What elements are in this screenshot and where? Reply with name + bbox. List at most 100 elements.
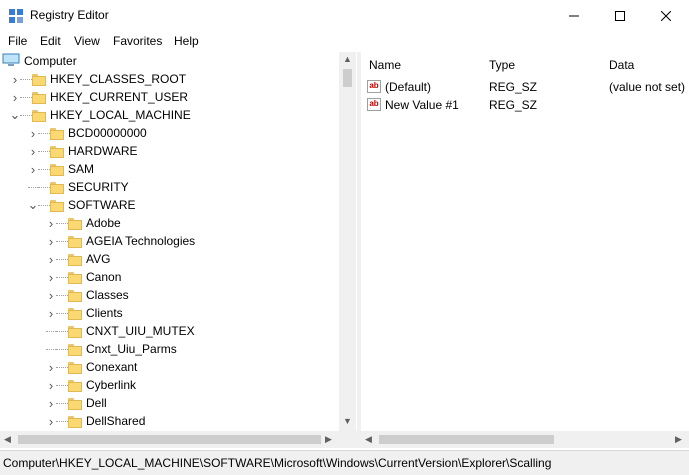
tree-node[interactable]: ⌄ SOFTWARE xyxy=(28,196,136,214)
close-button[interactable] xyxy=(643,0,689,31)
scroll-right-arrow-icon[interactable]: ▶ xyxy=(675,434,682,445)
tree-node-label: BCD00000000 xyxy=(68,126,147,140)
value-row[interactable]: ab New Value #1 REG_SZ xyxy=(367,97,687,115)
tree-hscroll-thumb[interactable] xyxy=(18,435,321,444)
tree-node[interactable]: › AGEIA Technologies xyxy=(46,232,195,250)
tree-node-label: Computer xyxy=(24,54,77,68)
chevron-right-icon[interactable]: › xyxy=(46,306,56,321)
scroll-right-arrow-icon[interactable]: ▶ xyxy=(325,434,332,445)
tree-vertical-scrollbar[interactable]: ▲ ▼ xyxy=(339,52,356,431)
tree-connector xyxy=(56,240,68,242)
folder-icon xyxy=(50,127,64,140)
string-value-icon: ab xyxy=(367,80,381,93)
tree-node[interactable]: › Canon xyxy=(46,268,122,286)
list-horizontal-scrollbar[interactable]: ◀ ▶ xyxy=(361,431,689,448)
folder-icon xyxy=(68,397,82,410)
menu-favorites[interactable]: Favorites xyxy=(113,34,162,48)
close-icon xyxy=(661,10,671,21)
tree-node-label: HKEY_CLASSES_ROOT xyxy=(50,72,187,86)
values-list[interactable]: Name Type Data ab (Default) REG_SZ (valu… xyxy=(361,52,689,431)
scroll-up-arrow-icon[interactable]: ▲ xyxy=(343,54,352,64)
tree-connector xyxy=(20,78,32,80)
key-tree[interactable]: Computer › HKEY_CLASSES_ROOT › HKEY_CURRENT_… xyxy=(0,52,357,431)
minimize-button[interactable] xyxy=(551,0,597,31)
chevron-right-icon[interactable]: › xyxy=(28,162,38,177)
menu-file[interactable]: File xyxy=(8,34,27,48)
tree-node[interactable]: › Adobe xyxy=(46,214,121,232)
chevron-down-icon[interactable]: ⌄ xyxy=(28,197,39,212)
tree-node[interactable]: › Classes xyxy=(46,286,129,304)
menu-edit[interactable]: Edit xyxy=(40,34,61,48)
menu-view[interactable]: View xyxy=(74,34,100,48)
chevron-right-icon[interactable]: › xyxy=(46,378,56,393)
tree-node[interactable]: › HKEY_CLASSES_ROOT xyxy=(10,70,186,88)
tree-node[interactable]: › Dell xyxy=(46,394,107,412)
chevron-right-icon[interactable]: › xyxy=(46,396,56,411)
chevron-right-icon[interactable]: › xyxy=(46,288,56,303)
tree-node-label: Canon xyxy=(86,270,122,284)
tree-connector xyxy=(56,276,68,278)
scroll-down-arrow-icon[interactable]: ▼ xyxy=(343,416,352,426)
tree-node-label: SECURITY xyxy=(68,180,129,194)
tree-node[interactable]: › Clients xyxy=(46,304,123,322)
column-header-data[interactable]: Data xyxy=(609,58,634,72)
maximize-button[interactable] xyxy=(597,0,643,31)
registry-editor-icon xyxy=(8,8,24,24)
chevron-right-icon[interactable]: › xyxy=(28,144,38,159)
tree-node[interactable]: › BCD00000000 xyxy=(28,124,147,142)
folder-icon xyxy=(32,91,46,104)
chevron-right-icon[interactable]: › xyxy=(10,90,20,105)
tree-node[interactable]: › SAM xyxy=(28,160,94,178)
tree-vscroll-thumb[interactable] xyxy=(343,69,352,87)
value-type: REG_SZ xyxy=(489,98,538,112)
tree-node[interactable]: › HKEY_CURRENT_USER xyxy=(10,88,188,106)
chevron-down-icon[interactable]: ⌄ xyxy=(10,107,21,122)
tree-connector xyxy=(56,384,68,386)
chevron-right-icon[interactable]: › xyxy=(10,72,20,87)
tree-node-label: CNXT_UIU_MUTEX xyxy=(86,324,195,338)
chevron-right-icon[interactable]: › xyxy=(46,414,56,429)
current-key-path: Computer\HKEY_LOCAL_MACHINE\SOFTWARE\Mic… xyxy=(3,456,552,470)
chevron-right-icon[interactable]: › xyxy=(46,360,56,375)
chevron-right-icon[interactable]: › xyxy=(28,126,38,141)
chevron-right-icon[interactable]: › xyxy=(46,234,56,249)
tree-connector xyxy=(56,402,68,404)
folder-icon xyxy=(68,217,82,230)
column-header-type[interactable]: Type xyxy=(489,58,515,72)
tree-node[interactable]: › AVG xyxy=(46,250,111,268)
tree-connector xyxy=(38,204,50,206)
tree-node[interactable]: Computer xyxy=(2,52,77,70)
tree-node[interactable]: › HARDWARE xyxy=(28,142,138,160)
tree-line-icon xyxy=(46,330,56,332)
folder-icon xyxy=(68,271,82,284)
list-hscroll-thumb[interactable] xyxy=(379,435,554,444)
chevron-right-icon[interactable]: › xyxy=(46,252,56,267)
chevron-right-icon[interactable]: › xyxy=(46,216,56,231)
tree-node[interactable]: › Cyberlink xyxy=(46,376,136,394)
menu-bar: File Edit View Favorites Help xyxy=(0,31,689,51)
tree-node[interactable]: › Conexant xyxy=(46,358,138,376)
folder-icon xyxy=(68,379,82,392)
column-header-name[interactable]: Name xyxy=(369,58,401,72)
folder-icon xyxy=(68,325,82,338)
tree-horizontal-scrollbar[interactable]: ◀ ▶ xyxy=(0,431,357,448)
tree-node[interactable]: ⌄ HKEY_LOCAL_MACHINE xyxy=(10,106,191,124)
tree-node-label: SOFTWARE xyxy=(68,198,136,212)
tree-node[interactable]: › DellShared xyxy=(46,412,146,430)
title-bar[interactable]: Registry Editor xyxy=(0,0,689,31)
folder-icon xyxy=(50,163,64,176)
menu-help[interactable]: Help xyxy=(174,34,199,48)
value-row[interactable]: ab (Default) REG_SZ (value not set) xyxy=(367,79,687,97)
tree-node[interactable]: Cnxt_Uiu_Parms xyxy=(46,340,177,358)
chevron-right-icon[interactable]: › xyxy=(46,270,56,285)
tree-node-label: Clients xyxy=(86,306,123,320)
scroll-left-arrow-icon[interactable]: ◀ xyxy=(365,434,372,445)
scroll-left-arrow-icon[interactable]: ◀ xyxy=(4,434,11,445)
tree-node-label: Conexant xyxy=(86,360,138,374)
tree-node[interactable]: SECURITY xyxy=(28,178,129,196)
tree-connector xyxy=(56,312,68,314)
tree-node-label: AGEIA Technologies xyxy=(86,234,196,248)
tree-connector xyxy=(56,222,68,224)
tree-node[interactable]: CNXT_UIU_MUTEX xyxy=(46,322,195,340)
value-name: (Default) xyxy=(385,80,432,94)
